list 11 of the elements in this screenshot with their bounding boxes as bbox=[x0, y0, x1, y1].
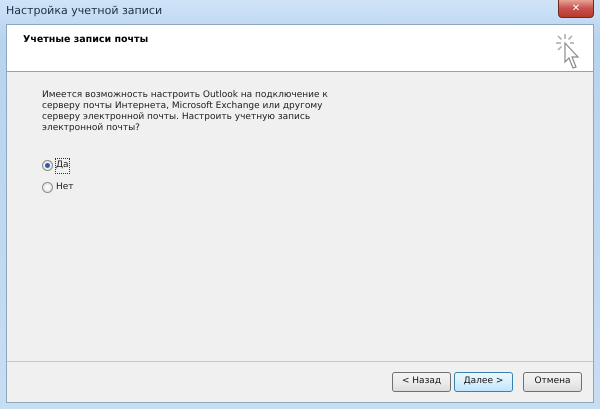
header-title: Учетные записи почты bbox=[23, 33, 148, 47]
cancel-button[interactable]: Отмена bbox=[523, 372, 582, 392]
back-button[interactable]: < Назад bbox=[392, 372, 451, 392]
radio-button[interactable] bbox=[42, 160, 53, 172]
next-button[interactable]: Далее > bbox=[454, 372, 513, 392]
close-button[interactable]: ✕ bbox=[558, 0, 594, 18]
radio-label[interactable]: Да bbox=[56, 159, 69, 172]
description-text: Имеется возможность настроить Outlook на подключение к серверу почты Интернета, Microsoft Exchange или другому серверу электронной почты. Настроить учетную запись электронной почты? bbox=[42, 90, 329, 134]
radio-button[interactable] bbox=[42, 182, 53, 193]
window-title: Настройка учетной записи bbox=[6, 2, 162, 19]
radio-label[interactable]: Нет bbox=[56, 180, 74, 194]
